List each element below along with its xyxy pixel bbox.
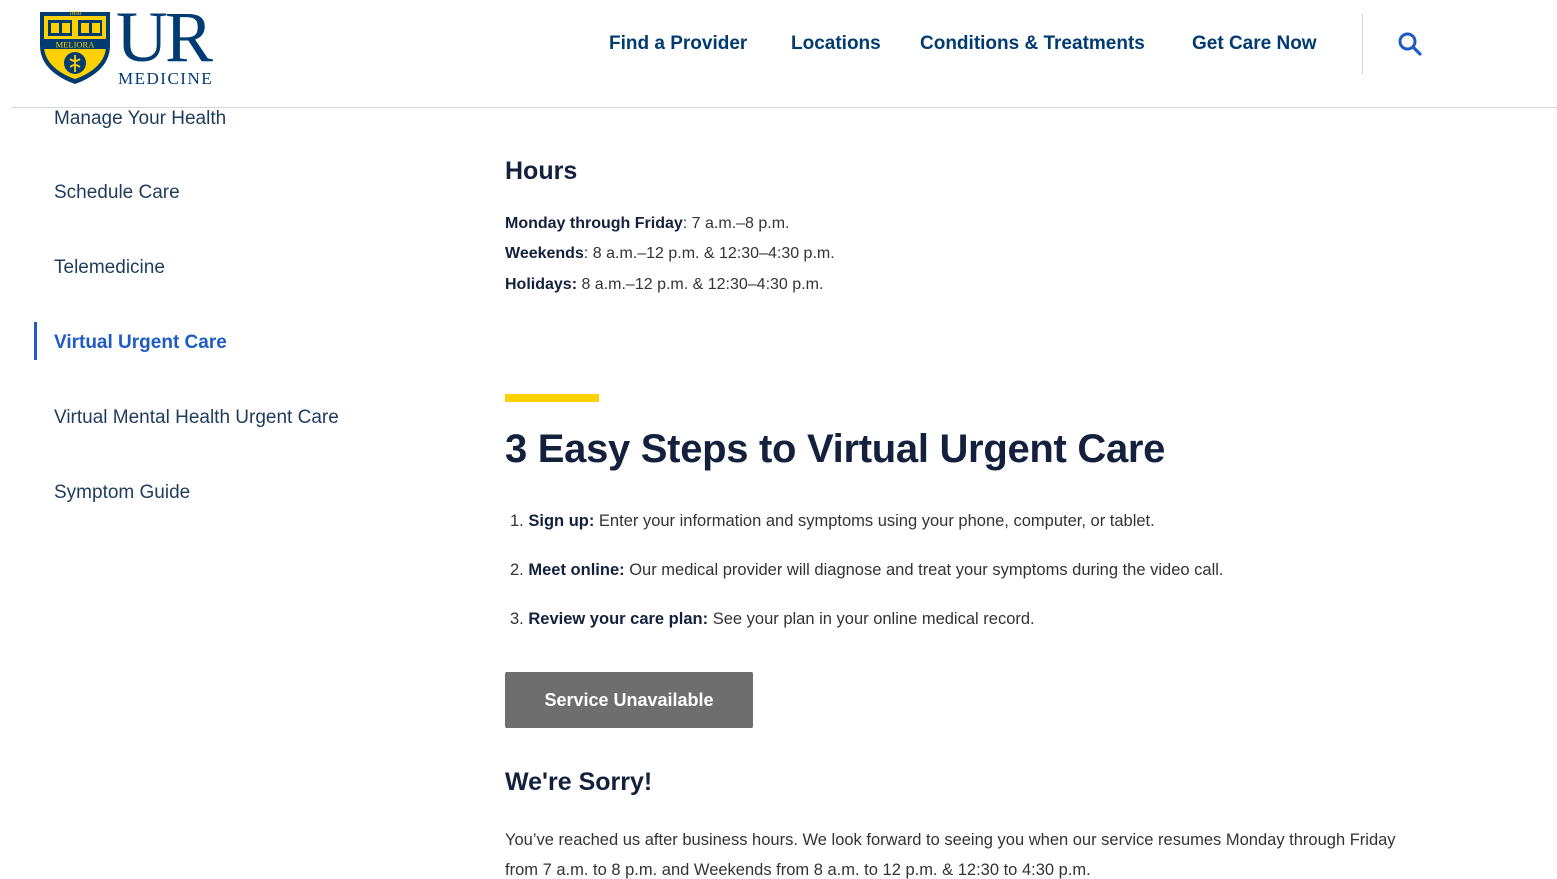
sidebar-item-telemedicine[interactable]: Telemedicine <box>54 257 165 279</box>
step-item: 2. Meet online: Our medical provider wil… <box>510 561 1224 580</box>
step-number: 3. <box>510 610 529 628</box>
hours-weekends: Weekends: 8 a.m.–12 p.m. & 12:30–4:30 p.… <box>505 245 835 263</box>
step-text: Enter your information and symptoms usin… <box>594 512 1155 530</box>
hours-weekday: Monday through Friday: 7 a.m.–8 p.m. <box>505 215 790 233</box>
hours-heading: Hours <box>505 157 578 185</box>
step-text: See your plan in your online medical rec… <box>708 610 1035 628</box>
sidebar-item-schedule-care[interactable]: Schedule Care <box>54 182 180 204</box>
hours-holidays: Holidays: 8 a.m.–12 p.m. & 12:30–4:30 p.… <box>505 276 823 294</box>
ur-medicine-logo[interactable]: MELIORA 1850 UR MEDICINE <box>36 0 236 89</box>
nav-divider <box>1362 14 1363 74</box>
step-item: 1. Sign up: Enter your information and s… <box>510 512 1155 531</box>
sidebar-active-indicator <box>34 322 37 360</box>
step-item: 3. Review your care plan: See your plan … <box>510 610 1035 629</box>
header-divider <box>11 107 1557 108</box>
sidebar-item-symptom-guide[interactable]: Symptom Guide <box>54 482 190 504</box>
logo-medicine-text: MEDICINE <box>118 69 214 88</box>
hours-weekends-value: : 8 a.m.–12 p.m. & 12:30–4:30 p.m. <box>583 245 835 262</box>
sidebar-item-virtual-urgent-care[interactable]: Virtual Urgent Care <box>54 332 227 354</box>
nav-conditions-treatments[interactable]: Conditions & Treatments <box>920 33 1145 55</box>
shield-logo-icon: MELIORA 1850 <box>40 11 110 84</box>
sidebar-item-virtual-mental-health-urgent-care[interactable]: Virtual Mental Health Urgent Care <box>54 407 339 429</box>
hours-weekday-value: : 7 a.m.–8 p.m. <box>682 215 790 232</box>
site-header: MELIORA 1850 UR MEDICINE Find a Provider… <box>0 0 1557 108</box>
nav-get-care-now[interactable]: Get Care Now <box>1192 33 1317 55</box>
svg-text:1850: 1850 <box>69 11 81 17</box>
service-unavailable-button[interactable]: Service Unavailable <box>505 672 753 728</box>
sorry-heading: We're Sorry! <box>505 768 653 796</box>
hours-weekends-label: Weekends <box>505 245 584 262</box>
logo-ur-text: UR <box>116 0 213 77</box>
step-label: Sign up: <box>528 512 595 530</box>
step-text: Our medical provider will diagnose and t… <box>624 561 1224 579</box>
section-accent-bar <box>505 394 599 402</box>
nav-locations[interactable]: Locations <box>791 33 881 55</box>
steps-heading: 3 Easy Steps to Virtual Urgent Care <box>505 427 1166 471</box>
step-number: 1. <box>510 512 529 530</box>
hours-weekday-label: Monday through Friday <box>505 215 683 232</box>
hours-holidays-label: Holidays: <box>505 276 578 293</box>
hours-holidays-value: 8 a.m.–12 p.m. & 12:30–4:30 p.m. <box>577 276 824 293</box>
step-label: Meet online: <box>528 561 625 579</box>
nav-find-a-provider[interactable]: Find a Provider <box>609 33 747 55</box>
sidebar-item-manage-your-health[interactable]: Manage Your Health <box>54 108 226 130</box>
step-label: Review your care plan: <box>528 610 709 628</box>
search-icon[interactable] <box>1397 31 1423 57</box>
logo-wordmark: UR MEDICINE <box>116 0 214 89</box>
svg-text:MELIORA: MELIORA <box>56 40 96 50</box>
sorry-message: You’ve reached us after business hours. … <box>505 831 1396 879</box>
step-number: 2. <box>510 561 529 579</box>
